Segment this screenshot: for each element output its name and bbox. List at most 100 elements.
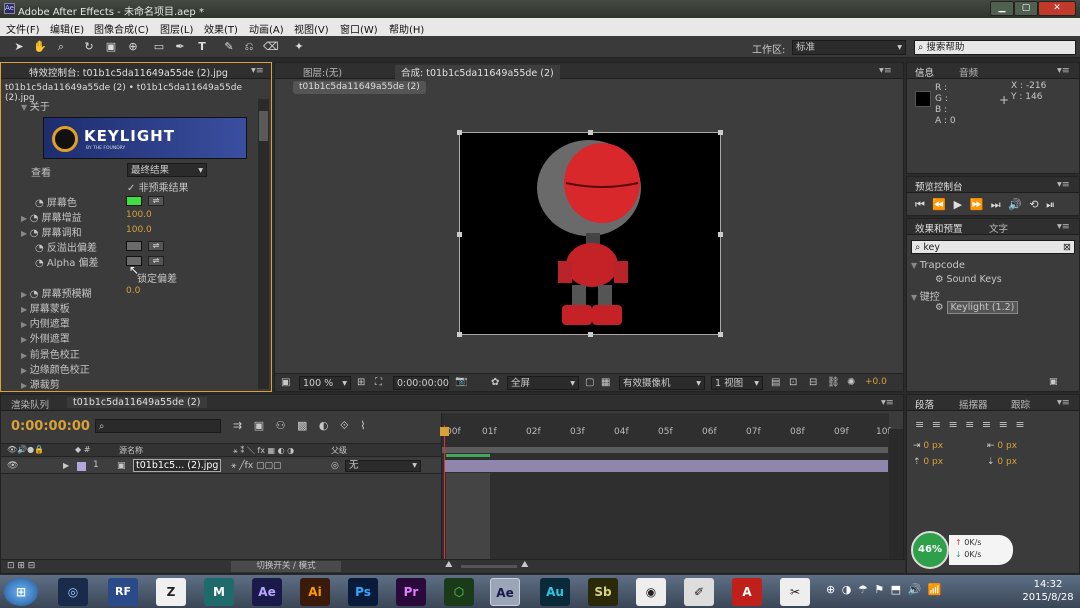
align-left-icon[interactable]: ≡ bbox=[915, 418, 924, 431]
source-crops-row[interactable]: ▶ 源裁剪 bbox=[21, 376, 60, 391]
align-center-icon[interactable]: ≡ bbox=[932, 418, 941, 431]
stopwatch-icon[interactable]: ◔ bbox=[30, 228, 42, 239]
menu-view[interactable]: 视图(V) bbox=[294, 21, 329, 36]
unpremult-checkbox[interactable]: ✓ 非预乘结果 bbox=[127, 179, 189, 194]
pickwhip-icon[interactable]: ◎ bbox=[331, 461, 339, 471]
scrollbar-thumb[interactable] bbox=[259, 111, 268, 141]
stopwatch-icon[interactable]: ◔ bbox=[30, 289, 42, 300]
taskbar-app-icon[interactable]: ✂ bbox=[780, 578, 810, 606]
tray-icon[interactable]: ⚑ bbox=[874, 583, 884, 596]
hide-shy-layers-icon[interactable]: ⚇ bbox=[276, 419, 286, 432]
rotate-tool-icon[interactable]: ↻ bbox=[82, 40, 96, 54]
always-preview-icon[interactable]: ▣ bbox=[281, 377, 290, 388]
layer-tab[interactable]: 图层:(无) bbox=[303, 65, 342, 79]
transform-handle[interactable] bbox=[588, 130, 593, 135]
taskbar-ae-icon[interactable]: Ae bbox=[252, 578, 282, 606]
network-icon[interactable]: 📶 bbox=[928, 583, 942, 596]
category-keying[interactable]: ▼ 键控 bbox=[911, 288, 940, 303]
stopwatch-icon[interactable]: ◔ bbox=[35, 243, 47, 254]
effects-presets-tab[interactable]: 效果和预置 bbox=[915, 221, 963, 235]
effect-keylight[interactable]: ⚙ Keylight (1.2) bbox=[935, 301, 1019, 314]
search-help-input[interactable]: ⌕ 搜索帮助 bbox=[914, 40, 1076, 55]
exposure-reset-icon[interactable]: ✺ bbox=[847, 377, 855, 388]
motion-blur-icon[interactable]: ◐ bbox=[319, 419, 329, 432]
play-icon[interactable]: ▶ bbox=[954, 198, 962, 211]
layer-label-color[interactable] bbox=[77, 462, 86, 471]
screen-gain-value[interactable]: 100.0 bbox=[126, 210, 152, 220]
clear-search-icon[interactable]: ⊠ bbox=[1063, 241, 1071, 254]
taskbar-app-icon[interactable]: ◉ bbox=[636, 578, 666, 606]
screen-matte-row[interactable]: ▶ 屏幕蒙板 bbox=[21, 300, 70, 315]
effect-controls-scrollbar[interactable] bbox=[258, 99, 269, 389]
current-time-indicator[interactable] bbox=[444, 425, 445, 573]
fast-previews-icon[interactable]: ⊡ bbox=[789, 377, 797, 388]
info-tab[interactable]: 信息 bbox=[915, 65, 934, 79]
justify-last-left-icon[interactable]: ≡ bbox=[965, 418, 974, 431]
rectangle-tool-icon[interactable]: ▭ bbox=[152, 40, 166, 54]
pen-tool-icon[interactable]: ✒ bbox=[173, 40, 187, 54]
panel-menu-icon[interactable]: ▾≡ bbox=[1057, 65, 1070, 76]
graph-editor-icon[interactable]: ⌇ bbox=[360, 419, 365, 432]
timeline-search-input[interactable]: ⌕ bbox=[95, 419, 221, 433]
new-folder-icon[interactable]: ▣ bbox=[1049, 377, 1058, 387]
justify-last-right-icon[interactable]: ≡ bbox=[999, 418, 1008, 431]
resolution-select[interactable]: 全屏 ▾ bbox=[507, 376, 579, 390]
timeline-timecode[interactable]: 0:00:00:00 bbox=[11, 419, 90, 434]
layer-duration-bar[interactable] bbox=[444, 460, 888, 472]
transform-handle[interactable] bbox=[588, 332, 593, 337]
tray-icon[interactable]: ◑ bbox=[842, 583, 852, 596]
taskbar-autocad-icon[interactable]: A bbox=[732, 578, 762, 606]
parent-header[interactable]: 父级 bbox=[331, 445, 347, 456]
timeline-icon[interactable]: ⊟ bbox=[809, 377, 817, 388]
category-trapcode[interactable]: ▼ Trapcode bbox=[911, 260, 965, 271]
layer-switches[interactable]: ⚹ ╱fx ▢▢▢ bbox=[231, 461, 282, 471]
selection-tool-icon[interactable]: ➤ bbox=[12, 40, 26, 54]
close-button[interactable]: ✕ bbox=[1038, 1, 1076, 16]
region-of-interest-icon[interactable]: ▢ bbox=[585, 377, 594, 388]
justify-all-icon[interactable]: ≡ bbox=[1015, 418, 1024, 431]
taskbar-maya-icon[interactable]: M bbox=[204, 578, 234, 606]
panel-menu-icon[interactable]: ▾≡ bbox=[1057, 397, 1070, 408]
zoom-out-icon[interactable]: ⛰ bbox=[445, 560, 453, 570]
eyedropper-icon[interactable]: ⇌ bbox=[148, 196, 164, 206]
composition-chip[interactable]: t01b1c5da11649a55de (2) bbox=[293, 81, 426, 94]
frame-blending-icon[interactable]: ▩ bbox=[297, 419, 307, 432]
channel-icon[interactable]: ✿ bbox=[491, 377, 499, 388]
text-tool-icon[interactable]: T bbox=[195, 40, 209, 54]
screen-balance-value[interactable]: 100.0 bbox=[126, 225, 152, 235]
tray-icon[interactable]: ⊕ bbox=[826, 583, 835, 596]
paragraph-tab[interactable]: 段落 bbox=[915, 397, 934, 411]
playhead-handle[interactable] bbox=[440, 427, 449, 436]
tracker-tab[interactable]: 跟踪 bbox=[1011, 397, 1030, 411]
panel-menu-icon[interactable]: ▾≡ bbox=[879, 65, 892, 76]
eyedropper-icon[interactable]: ⇌ bbox=[148, 241, 164, 251]
screen-color-swatch[interactable] bbox=[126, 196, 142, 206]
taskbar-zbrush-icon[interactable]: Z bbox=[156, 578, 186, 606]
layer-row[interactable]: 👁 ▶ 1 ▣ t01b1c5... (2).jpg ⚹ ╱fx ▢▢▢ ◎ 无… bbox=[1, 459, 441, 474]
next-frame-icon[interactable]: ⏩ bbox=[970, 198, 984, 211]
taskbar-chrome-icon[interactable]: ◎ bbox=[58, 578, 88, 606]
taskbar-rf-icon[interactable]: RF bbox=[108, 578, 138, 606]
exposure-value[interactable]: +0.0 bbox=[865, 377, 887, 387]
clone-stamp-tool-icon[interactable]: ⎌ bbox=[242, 40, 256, 54]
taskbar-ps-icon[interactable]: Ps bbox=[348, 578, 378, 606]
timeline-graph-area[interactable]: 00f 01f 02f 03f 04f 05f 06f 07f 08f 09f … bbox=[440, 413, 891, 573]
taskbar-ai-icon[interactable]: Ai bbox=[300, 578, 330, 606]
inside-mask-row[interactable]: ▶ 内侧遮罩 bbox=[21, 315, 70, 330]
audio-tab[interactable]: 音频 bbox=[959, 65, 978, 79]
menu-composition[interactable]: 图像合成(C) bbox=[94, 21, 149, 36]
zoom-tool-icon[interactable]: ⌕ bbox=[54, 40, 68, 54]
system-tray-icons[interactable]: ⊕ ◑ ☂ ⚑ ⬒ 🔊 📶 bbox=[826, 583, 941, 596]
indent-left-field[interactable]: ⇥ 0 px bbox=[913, 441, 943, 451]
panel-menu-icon[interactable]: ▾≡ bbox=[881, 397, 894, 408]
composition-tab[interactable]: 合成: t01b1c5da11649a55de (2) bbox=[395, 65, 560, 79]
panel-menu-icon[interactable]: ▾≡ bbox=[251, 65, 264, 76]
taskbar-sb-icon[interactable]: Sb bbox=[588, 578, 618, 606]
safe-zones-icon[interactable]: ⊞ bbox=[357, 377, 365, 388]
panel-menu-icon[interactable]: ▾≡ bbox=[1057, 221, 1070, 232]
last-frame-icon[interactable]: ⏭ bbox=[991, 198, 1001, 211]
outside-mask-row[interactable]: ▶ 外侧遮罩 bbox=[21, 330, 70, 345]
expand-triangle-icon[interactable]: ▶ bbox=[63, 461, 69, 470]
speed-widget-percent[interactable]: 46% bbox=[911, 531, 949, 569]
effects-search-input[interactable]: ⌕ key ⊠ bbox=[911, 240, 1075, 254]
